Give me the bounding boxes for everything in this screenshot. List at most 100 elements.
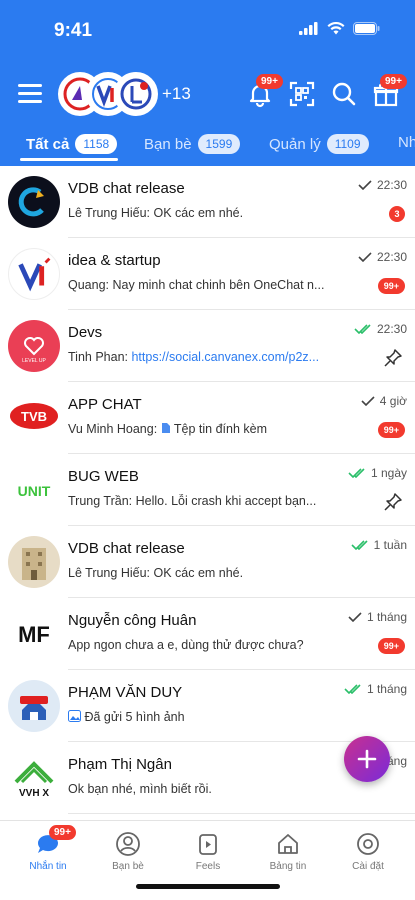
gift-icon[interactable]: 99+ — [372, 74, 407, 108]
chat-time: 4 giờ — [379, 394, 407, 408]
chat-preview: Lê Trung Hiếu: OK các em nhé. — [68, 566, 244, 580]
chat-row[interactable]: VDB chat release Lê Trung Hiếu: OK các e… — [0, 166, 415, 238]
chat-preview: Ok bạn nhé, mình biết rồi. — [68, 782, 212, 796]
header: 9:41 +13 99+ 99+ Tất cả 1158 Bạn bè 1599… — [0, 0, 415, 166]
messages-badge: 99+ — [49, 825, 76, 840]
nav-label: Nhắn tin — [29, 861, 67, 872]
chat-name: VDB chat release — [68, 540, 185, 557]
wifi-icon — [327, 22, 345, 35]
chat-preview: Tinh Phan: https://social.canvanex.com/p… — [68, 350, 320, 364]
pin-icon — [384, 493, 402, 511]
nav-friends[interactable]: Bạn bè — [88, 831, 168, 872]
avatar-logo-text: MF — [18, 622, 50, 647]
toolbar: +13 99+ 99+ — [0, 70, 415, 122]
chat-name: Phạm Thị Ngân — [68, 756, 172, 773]
chat-name: PHẠM VĂN DUY — [68, 684, 183, 701]
gear-icon — [355, 831, 381, 857]
chat-time: 1 ngày — [370, 466, 407, 480]
chat-meta: 22:30 — [358, 178, 407, 192]
filter-tabs: Tất cả 1158 Bạn bè 1599 Quản lý 1109 Nh — [0, 128, 415, 166]
nav-label: Bạn bè — [112, 861, 144, 872]
chat-name: idea & startup — [68, 252, 161, 269]
read-double-check-icon — [348, 468, 365, 478]
nav-label: Cài đặt — [352, 861, 384, 872]
avatar-logo-text: LEVEL UP — [22, 358, 46, 364]
chat-time: 1 tháng — [366, 682, 407, 696]
row-divider — [68, 813, 415, 814]
avatar: VVH X — [8, 752, 60, 804]
chat-row[interactable]: UNIT BUG WEB Trung Trần: Hello. Lỗi cras… — [0, 454, 415, 526]
read-double-check-icon — [344, 684, 361, 694]
chat-meta: 1 tuần — [351, 538, 407, 552]
chat-name: BUG WEB — [68, 468, 139, 485]
chat-time: 22:30 — [376, 250, 407, 264]
user-circle-icon — [115, 831, 141, 857]
new-chat-button[interactable] — [344, 736, 390, 782]
tab-more[interactable]: Nh — [398, 134, 415, 151]
message-link[interactable]: https://social.canvanex.com/p2z... — [131, 350, 319, 364]
tab-all[interactable]: Tất cả 1158 — [26, 134, 118, 154]
chat-name: VDB chat release — [68, 180, 185, 197]
pinned-avatars[interactable] — [58, 72, 168, 118]
chat-row[interactable]: PHẠM VĂN DUY Đã gửi 5 hình ảnh 1 tháng — [0, 670, 415, 742]
avatar: UNIT — [8, 464, 60, 516]
nav-label: Feels — [195, 861, 221, 872]
chat-row[interactable]: idea & startup Quang: Nay minh chat chin… — [0, 238, 415, 310]
pin-icon — [384, 349, 402, 367]
more-avatars-count[interactable]: +13 — [162, 84, 191, 104]
chat-time: 1 tuần — [373, 538, 407, 552]
avatar — [8, 536, 60, 588]
tab-count: 1158 — [75, 134, 118, 154]
nav-settings[interactable]: Cài đặt — [328, 831, 408, 872]
home-indicator — [136, 884, 280, 889]
tab-label: Quản lý — [269, 135, 321, 153]
chat-row[interactable]: LEVEL UP Devs Tinh Phan: https://social.… — [0, 310, 415, 382]
active-tab-indicator — [20, 158, 118, 161]
tab-friends[interactable]: Bạn bè 1599 — [144, 134, 241, 154]
avatar: TVB — [8, 392, 60, 444]
read-double-check-icon — [351, 540, 368, 550]
tab-label: Bạn bè — [144, 135, 192, 153]
chat-list[interactable]: VDB chat release Lê Trung Hiếu: OK các e… — [0, 166, 415, 820]
chat-name: APP CHAT — [68, 396, 142, 413]
chat-time: 22:30 — [376, 178, 407, 192]
avatar-group-3[interactable] — [114, 72, 158, 116]
chat-row[interactable]: VDB chat release Lê Trung Hiếu: OK các e… — [0, 526, 415, 598]
menu-icon[interactable] — [18, 84, 42, 104]
search-icon[interactable] — [330, 80, 358, 108]
tab-label: Tất cả — [26, 135, 70, 153]
home-icon — [275, 831, 301, 857]
chat-preview: Quang: Nay minh chat chinh bên OneChat n… — [68, 278, 325, 292]
nav-messages[interactable]: 99+ Nhắn tin — [8, 825, 88, 872]
chat-meta: 22:30 — [358, 250, 407, 264]
bell-icon[interactable]: 99+ — [246, 74, 283, 108]
sent-check-icon — [358, 252, 372, 262]
avatar-logo-text: UNIT — [18, 483, 51, 499]
tab-count: 1109 — [326, 134, 369, 154]
avatar — [8, 176, 60, 228]
nav-newsfeed[interactable]: Bảng tin — [248, 831, 328, 872]
chat-preview: Vu Minh Hoang: Tệp tin đính kèm — [68, 422, 268, 436]
tab-count: 1599 — [197, 134, 241, 154]
sent-check-icon — [358, 180, 372, 190]
tab-management[interactable]: Quản lý 1109 — [269, 134, 369, 154]
video-card-icon — [195, 831, 221, 857]
cellular-signal-icon — [299, 22, 318, 35]
chat-meta: 22:30 — [354, 322, 407, 336]
chat-row[interactable]: TVB APP CHAT Vu Minh Hoang: Tệp tin đính… — [0, 382, 415, 454]
nav-feels[interactable]: Feels — [168, 831, 248, 872]
nav-label: Bảng tin — [269, 861, 307, 872]
plus-icon — [357, 749, 377, 769]
chat-name: Devs — [68, 324, 103, 341]
avatar — [8, 680, 60, 732]
avatar-logo-text: TVB — [21, 409, 47, 424]
qr-scan-icon[interactable] — [288, 80, 316, 108]
avatar: LEVEL UP — [8, 320, 60, 372]
chat-meta: 1 tháng — [348, 610, 407, 624]
avatar: MF — [8, 608, 60, 660]
file-icon — [161, 423, 170, 433]
notification-badge: 99+ — [256, 74, 283, 89]
chat-row[interactable]: MF Nguyễn công Huân App ngon chưa a e, d… — [0, 598, 415, 670]
unread-badge: 99+ — [377, 636, 405, 654]
chat-time: 1 tháng — [366, 610, 407, 624]
